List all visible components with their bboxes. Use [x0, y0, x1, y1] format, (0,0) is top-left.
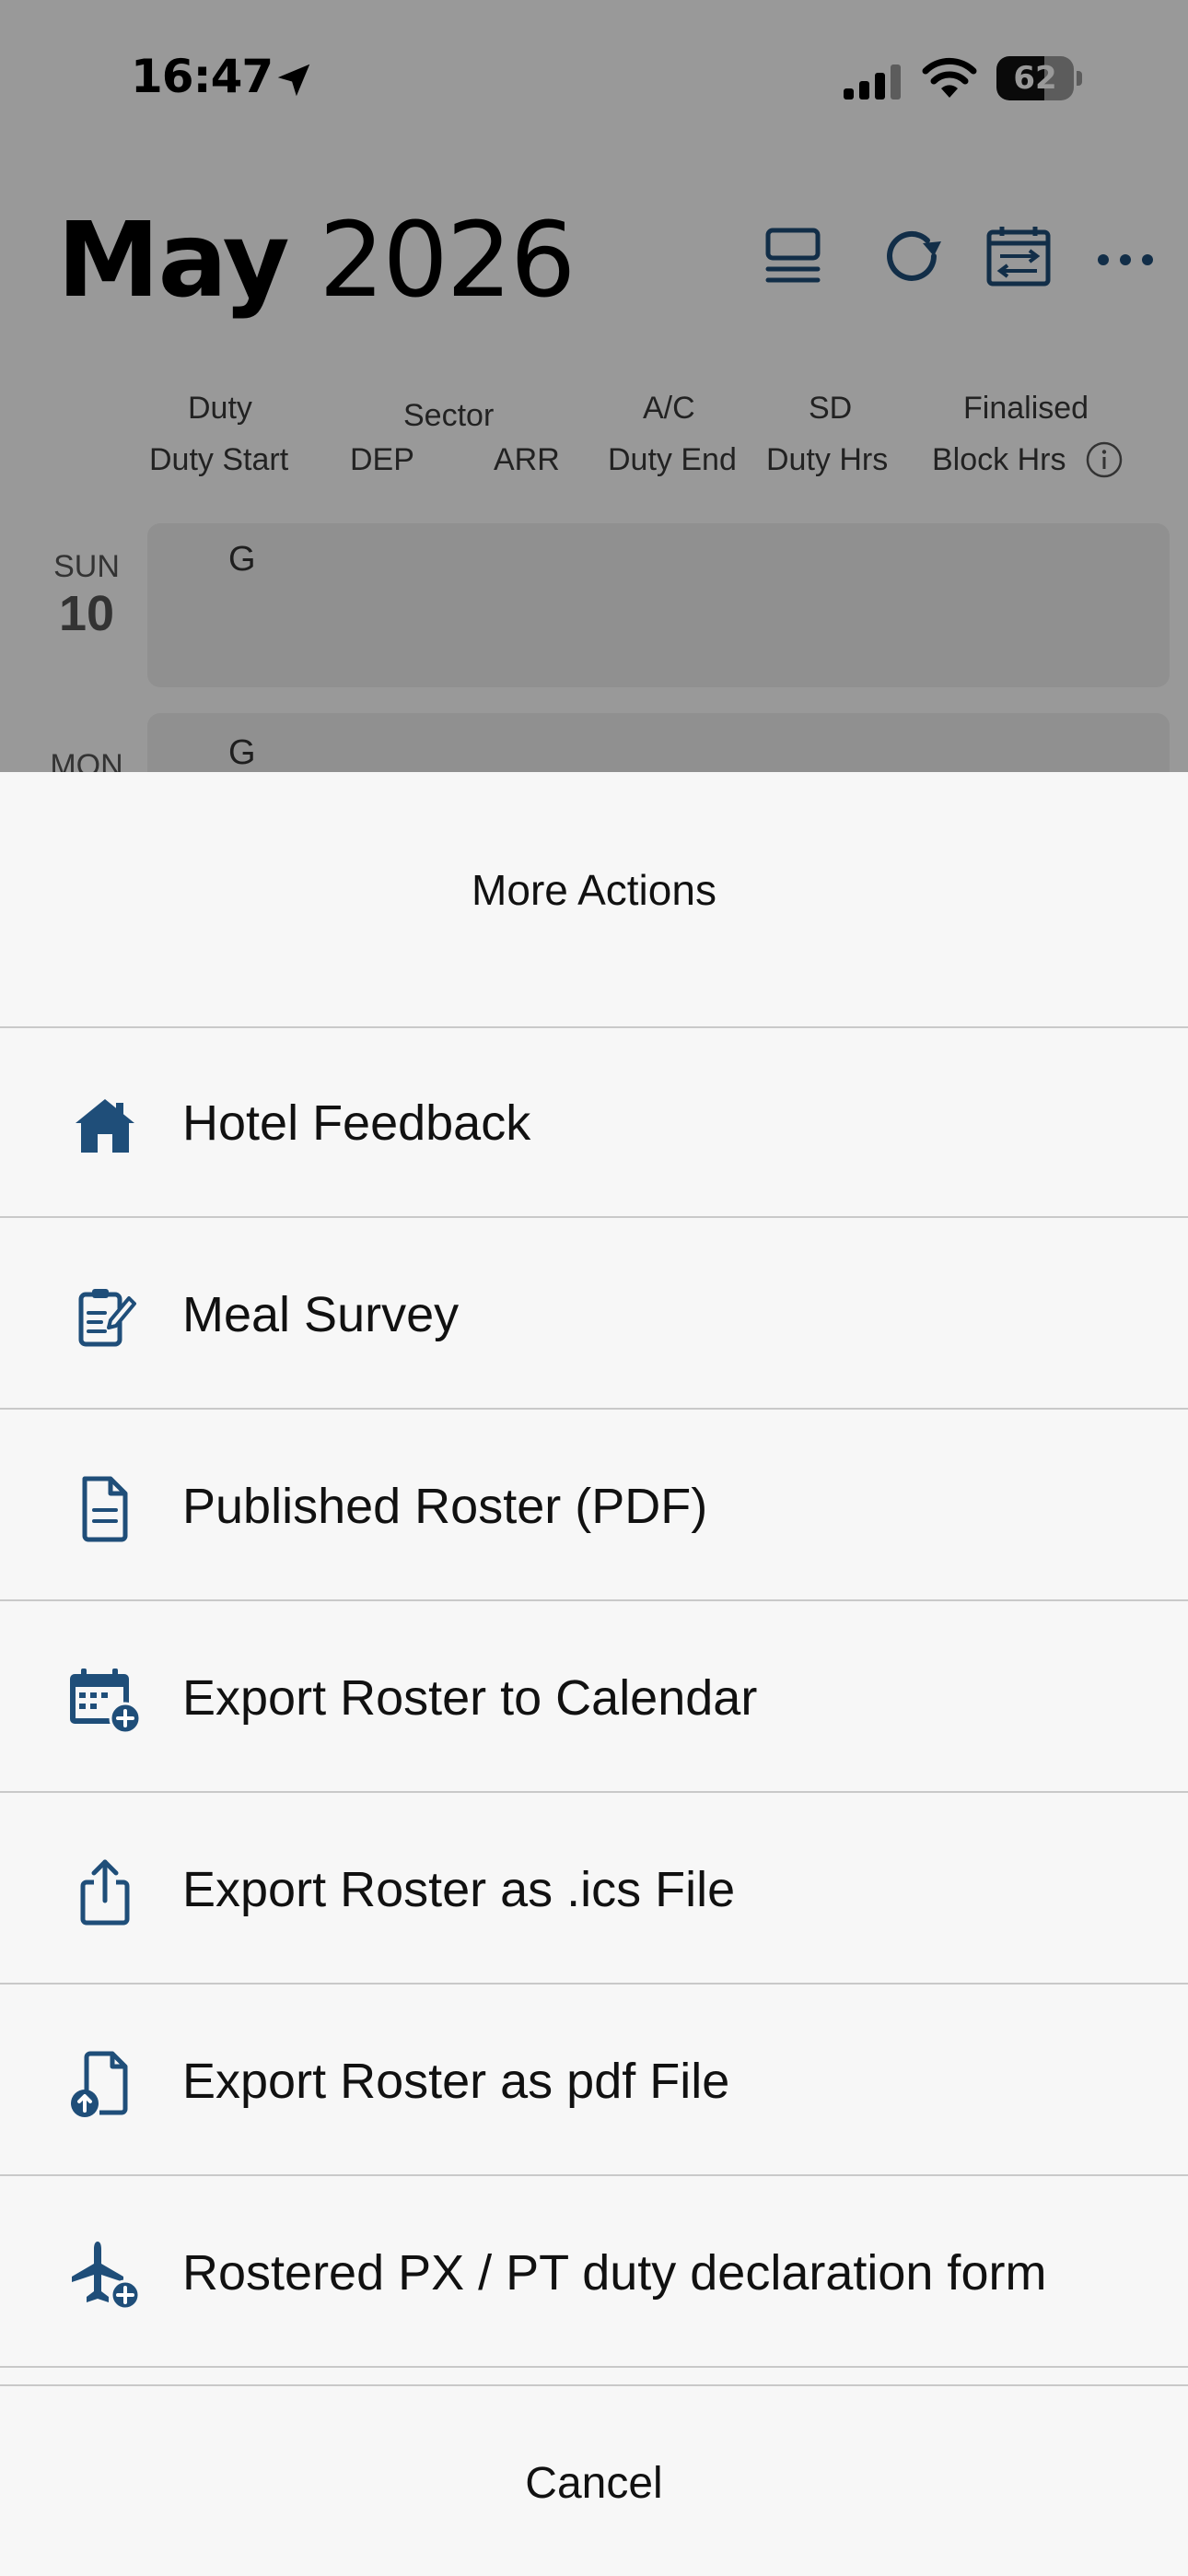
action-label: Published Roster (PDF) — [182, 1479, 708, 1534]
more-actions-sheet: More Actions Hotel Feedback Meal Survey … — [0, 772, 1188, 2576]
action-label: Rostered PX / PT duty declaration form — [182, 2245, 1047, 2301]
action-export-pdf[interactable]: Export Roster as pdf File — [0, 1986, 1188, 2176]
cancel-button[interactable]: Cancel — [0, 2386, 1188, 2576]
action-label: Export Roster as .ics File — [182, 1862, 736, 1917]
action-label: Meal Survey — [182, 1287, 460, 1342]
sheet-title: More Actions — [472, 866, 716, 914]
action-published-roster-pdf[interactable]: Published Roster (PDF) — [0, 1411, 1188, 1601]
action-hotel-feedback[interactable]: Hotel Feedback — [0, 1028, 1188, 1218]
calendar-add-icon — [70, 1669, 142, 1735]
action-label: Export Roster as pdf File — [182, 2054, 730, 2109]
house-icon — [76, 1099, 134, 1153]
action-duty-declaration[interactable]: Rostered PX / PT duty declaration form — [0, 2178, 1188, 2368]
file-upload-icon — [71, 2051, 128, 2117]
action-meal-survey[interactable]: Meal Survey — [0, 1220, 1188, 1410]
clipboard-edit-icon — [78, 1289, 136, 1347]
document-icon — [82, 1476, 128, 1542]
airplane-add-icon — [72, 2242, 141, 2311]
action-export-calendar[interactable]: Export Roster to Calendar — [0, 1603, 1188, 1793]
share-icon — [80, 1859, 130, 1926]
action-label: Hotel Feedback — [182, 1095, 531, 1151]
action-label: Export Roster to Calendar — [182, 1670, 758, 1726]
action-export-ics[interactable]: Export Roster as .ics File — [0, 1795, 1188, 1985]
